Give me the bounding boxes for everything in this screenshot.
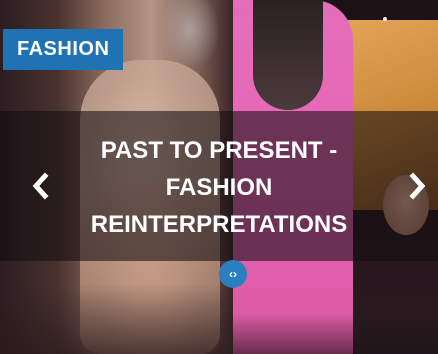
chevron-left-icon xyxy=(32,172,49,200)
title-line: FASHION xyxy=(165,174,273,201)
article-card[interactable]: FASHION PAST TO PRESENT - FASHION REINTE… xyxy=(0,0,438,354)
next-slide-button[interactable] xyxy=(404,171,430,201)
title-line: PAST TO PRESENT - xyxy=(100,137,338,164)
article-title[interactable]: PAST TO PRESENT - FASHION REINTERPRETATI… xyxy=(60,132,378,243)
category-badge[interactable]: FASHION xyxy=(3,29,124,70)
chevron-right-icon xyxy=(409,172,426,200)
left-right-arrows-icon: ‹› xyxy=(229,267,237,281)
title-line: REINTERPRETATIONS xyxy=(90,211,348,238)
comparison-slider-handle[interactable]: ‹› xyxy=(219,260,247,288)
previous-slide-button[interactable] xyxy=(28,171,54,201)
spotlight xyxy=(383,17,387,21)
